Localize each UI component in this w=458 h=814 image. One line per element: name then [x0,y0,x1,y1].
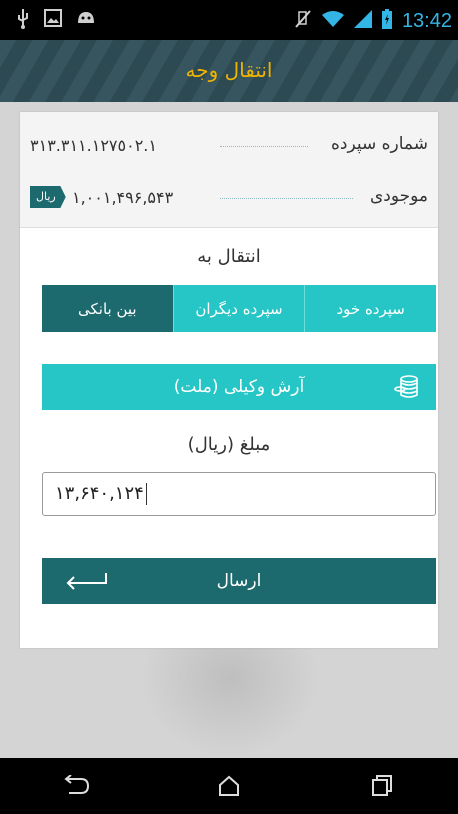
destination-select-button[interactable]: آرش وکیلی (ملت) [42,364,436,410]
currency-badge: ریال [30,186,66,208]
tab-own-deposit[interactable]: سپرده خود [304,285,436,332]
account-number-value: ٣١٣.٣١١.١٢٧٥٠٢.١ [30,136,157,155]
tab-others-deposit[interactable]: سپرده دیگران [172,285,305,332]
text-cursor [145,483,147,505]
balance-value: ١,٠٠١,۴٩۶,۵۴٣ [72,188,174,207]
back-button[interactable] [56,771,96,801]
mute-icon [294,9,312,34]
amount-label: مبلغ (ریال) [187,434,271,455]
wifi-icon [321,10,344,33]
page-title: انتقال وجه [185,58,273,82]
usb-icon [16,9,30,34]
status-right-icons: 13:42 [294,9,452,34]
dotted-leader [220,198,353,199]
account-number-label: شماره سپرده [330,134,428,154]
recent-apps-button[interactable] [362,771,402,801]
enter-arrow-icon [64,571,108,596]
balance-label: موجودی [369,186,428,206]
dotted-leader [220,146,308,147]
amount-value: ١٣,۶۴٠,١٢۴ [55,483,144,504]
transfer-to-label: انتقال به [197,246,261,267]
android-icon [76,9,96,34]
coins-icon [394,374,420,405]
status-bar: 13:42 [0,0,458,40]
destination-name: آرش وکیلی (ملت) [173,377,305,397]
battery-icon [381,9,392,34]
amount-input[interactable]: ١٣,۶۴٠,١٢۴ [42,472,436,516]
signal-icon [353,10,372,33]
transfer-card: شماره سپرده ٣١٣.٣١١.١٢٧٥٠٢.١ موجودی ریال… [20,112,438,648]
status-time: 13:42 [401,10,452,32]
system-nav-bar [0,758,458,814]
account-info: شماره سپرده ٣١٣.٣١١.١٢٧٥٠٢.١ موجودی ریال… [20,112,438,228]
send-button[interactable]: ارسال [42,558,436,604]
status-left-icons [16,9,96,34]
send-button-label: ارسال [216,571,262,591]
image-icon [44,9,62,34]
account-number-row: شماره سپرده ٣١٣.٣١١.١٢٧٥٠٢.١ [30,130,428,160]
tab-interbank[interactable]: بین بانکی [41,285,173,332]
balance-row: موجودی ریال ١,٠٠١,۴٩۶,۵۴٣ [30,182,428,212]
transfer-type-selector: سپرده خود سپرده دیگران بین بانکی [41,285,436,332]
app-bar: انتقال وجه [0,40,458,102]
home-button[interactable] [209,771,249,801]
